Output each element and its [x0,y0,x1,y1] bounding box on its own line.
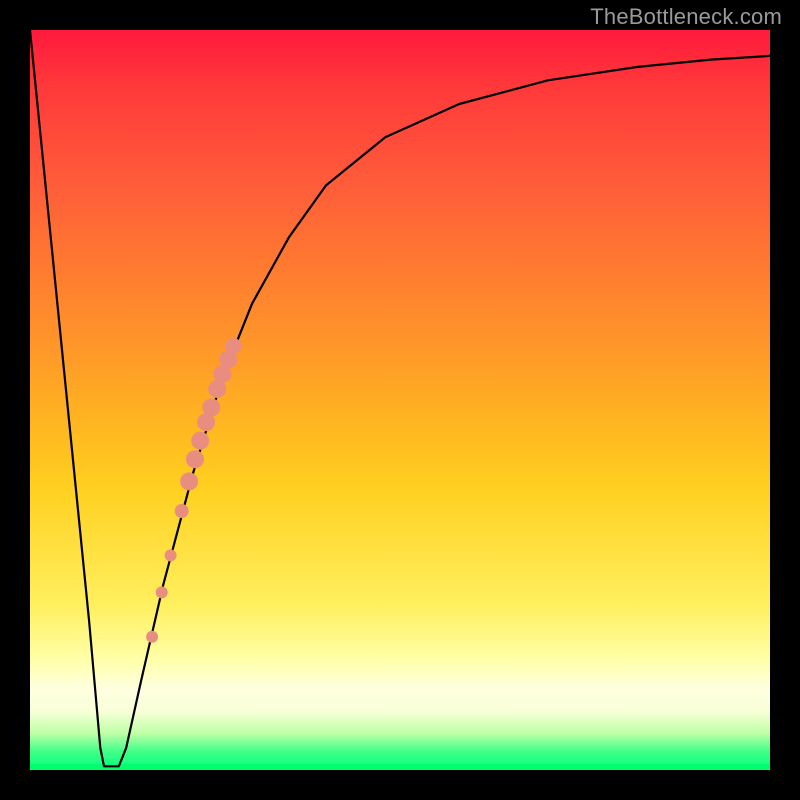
chart-frame: TheBottleneck.com [0,0,800,800]
highlighted-dots-layer [30,30,770,770]
plot-area [30,30,770,770]
data-dot [180,472,198,490]
watermark-text: TheBottleneck.com [590,4,782,30]
data-dot [165,549,177,561]
data-dot [156,586,168,598]
data-dot [191,432,209,450]
data-dot [186,450,204,468]
data-dot [146,631,158,643]
data-dot [226,338,242,354]
data-dot [175,504,189,518]
data-dot [202,398,220,416]
